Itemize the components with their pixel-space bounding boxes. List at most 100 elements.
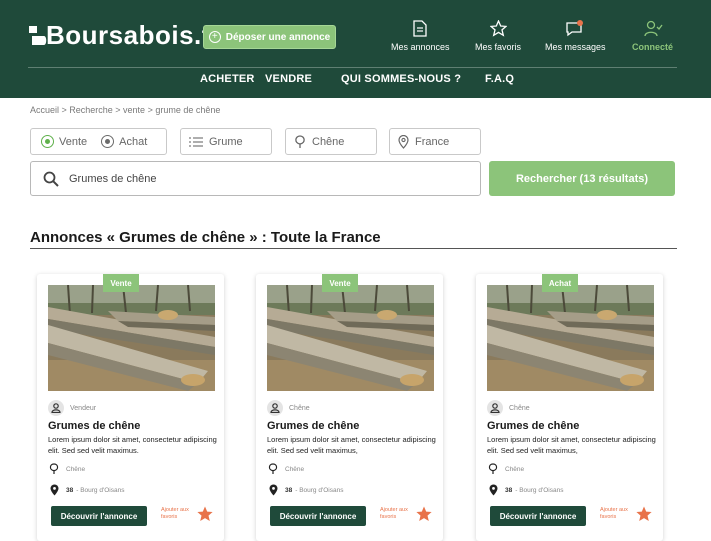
star-icon[interactable] [636,506,652,527]
deposit-ad-button[interactable]: + Déposer une annonce [203,25,336,49]
listing-city: - Bourg d'Oisans [515,486,564,494]
listing-department: 38 [285,486,293,494]
discover-listing-button[interactable]: Découvrir l'annonce [51,506,147,526]
listing-meta-label: Chêne [289,404,310,412]
listing-type-badge: Vente [322,274,358,292]
listing-department: 38 [66,486,74,494]
header-divider [28,67,677,68]
document-icon [413,20,427,37]
location-pin-icon [48,484,60,496]
nav-mes-messages-label: Mes messages [545,42,606,52]
site-logo[interactable]: Boursabois.fr [28,20,222,51]
listing-essence-label: Chêne [285,465,305,473]
listing-description: Lorem ipsum dolor sit amet, consectetur … [267,435,436,455]
listing-title[interactable]: Grumes de chêne [48,420,140,432]
star-icon[interactable] [197,506,213,527]
menu-qui-sommes-nous[interactable]: QUI SOMMES-NOUS ? [341,73,461,85]
nav-connecte-label: Connecté [632,42,674,52]
site-header: Boursabois.fr + Déposer une annonce Mes … [0,0,711,98]
listing-essence: Chêne [267,463,304,475]
listing-location: 38 - Bourg d'Oisans [48,484,124,496]
listing-photo[interactable] [487,285,654,391]
menu-acheter[interactable]: ACHETER [200,73,255,85]
search-input-value: Grumes de chêne [69,172,157,185]
breadcrumb[interactable]: Accueil > Recherche > vente > grume de c… [30,105,220,115]
tree-icon [487,463,499,475]
listing-city: - Bourg d'Oisans [295,486,344,494]
type-filter-value: Grume [209,135,243,148]
listing-essence-label: Chêne [66,465,86,473]
nav-mes-favoris[interactable]: Mes favoris [475,20,521,52]
location-filter[interactable]: France [389,128,481,155]
menu-faq[interactable]: F.A.Q [485,73,514,85]
section-divider [30,248,677,249]
radio-achat[interactable]: Achat [101,135,147,148]
listing-meta: Chêne [267,400,310,416]
radio-icon [101,135,115,148]
location-filter-value: France [415,135,450,148]
search-icon [43,171,59,187]
search-input[interactable]: Grumes de chêne [30,161,481,196]
essence-filter-value: Chêne [312,135,345,148]
add-to-favorites-link[interactable]: Ajouter aux favoris [600,507,634,521]
user-icon [267,400,283,416]
tree-icon [267,463,279,475]
nav-mes-messages[interactable]: Mes messages [545,20,606,52]
deposit-ad-label: Déposer une annonce [225,31,331,43]
listing-city: - Bourg d'Oisans [76,486,125,494]
listing-description: Lorem ipsum dolor sit amet, consectetur … [48,435,217,455]
menu-vendre[interactable]: VENDRE [265,73,312,85]
discover-listing-button[interactable]: Découvrir l'annonce [490,506,586,526]
listing-essence-label: Chêne [505,465,525,473]
listing-location: 38 - Bourg d'Oisans [267,484,343,496]
location-pin-icon [267,484,279,496]
listing-type-badge: Achat [542,274,578,292]
user-icon [48,400,64,416]
listing-card[interactable]: Vente [256,274,443,541]
location-pin-icon [398,134,409,149]
nav-connecte[interactable]: Connecté [632,20,673,52]
type-filter[interactable]: Grume [180,128,272,155]
listing-essence: Chêne [48,463,85,475]
star-outline-icon [489,20,507,37]
nav-mes-annonces-label: Mes annonces [391,42,450,52]
results-title: Annonces « Grumes de chêne » : Toute la … [30,229,381,246]
listing-meta: Chêne [487,400,530,416]
listing-meta: Vendeur [48,400,96,416]
listing-photo[interactable] [48,285,215,391]
radio-vente[interactable]: Vente [41,135,87,148]
star-icon[interactable] [416,506,432,527]
listing-card[interactable]: Achat Chêne Grumes de chêne Lorem ipsum … [476,274,663,541]
search-button[interactable]: Rechercher (13 résultats) [489,161,675,196]
discover-listing-button[interactable]: Découvrir l'annonce [270,506,366,526]
message-icon [566,20,584,37]
location-pin-icon [487,484,499,496]
radio-achat-label: Achat [119,135,148,148]
user-icon [487,400,503,416]
radio-vente-label: Vente [59,135,88,148]
sale-type-filter: Vente Achat [30,128,167,155]
user-check-icon [643,20,663,37]
listing-meta-label: Vendeur [70,404,97,412]
add-to-favorites-link[interactable]: Ajouter aux favoris [380,507,414,521]
plus-circle-icon: + [208,31,221,43]
listing-description: Lorem ipsum dolor sit amet, consectetur … [487,435,656,455]
listing-title[interactable]: Grumes de chêne [267,420,359,432]
essence-filter[interactable]: Chêne [285,128,377,155]
listing-type-badge: Vente [103,274,139,292]
listing-meta-label: Chêne [509,404,530,412]
list-icon [189,136,203,148]
listing-photo[interactable] [267,285,434,391]
radio-selected-icon [41,135,54,148]
listing-location: 38 - Bourg d'Oisans [487,484,563,496]
nav-mes-favoris-label: Mes favoris [475,42,522,52]
add-to-favorites-link[interactable]: Ajouter aux favoris [161,507,195,521]
nav-mes-annonces[interactable]: Mes annonces [391,20,450,52]
tree-icon [48,463,60,475]
listing-department: 38 [505,486,513,494]
logo-text: Boursabois.fr [46,20,222,50]
listing-title[interactable]: Grumes de chêne [487,420,579,432]
listing-card[interactable]: Vente [37,274,224,541]
tree-icon [294,134,306,149]
logo-mark-icon [28,24,48,48]
